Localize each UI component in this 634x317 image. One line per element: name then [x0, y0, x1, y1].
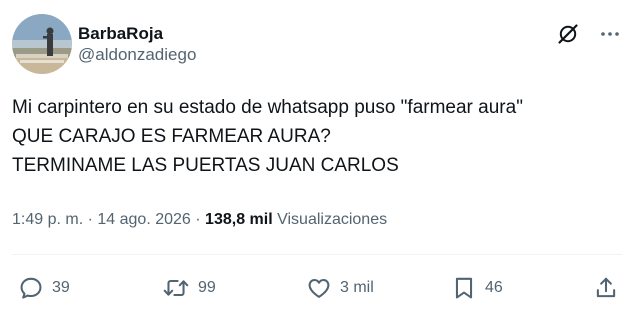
reply-button[interactable]: 39: [18, 274, 70, 302]
tweet-line: Mi carpintero en su estado de whatsapp p…: [12, 97, 523, 118]
like-count: 3 mil: [340, 279, 374, 296]
bookmark-icon: [455, 277, 473, 299]
bookmark-button[interactable]: 46: [451, 274, 503, 302]
author-names: BarbaRoja @aldonzadiego: [78, 24, 196, 66]
tweet-date: 14 ago. 2026: [97, 211, 191, 228]
meta-separator: ·: [195, 211, 201, 228]
tweet-line: TERMINAME LAS PUERTAS JUAN CARLOS: [12, 155, 399, 176]
author-display-name[interactable]: BarbaRoja: [78, 24, 196, 44]
share-button[interactable]: [593, 274, 619, 302]
author-handle[interactable]: @aldonzadiego: [78, 44, 196, 66]
repost-button[interactable]: 99: [162, 274, 216, 302]
meta-separator: ·: [87, 211, 93, 228]
bookmark-count: 46: [485, 279, 503, 296]
reply-icon: [20, 277, 42, 299]
views-count: 138,8 mil: [205, 211, 273, 228]
tweet-line: QUE CARAJO ES FARMEAR AURA?: [12, 126, 331, 147]
repost-count: 99: [198, 279, 216, 296]
share-icon: [596, 277, 616, 298]
grok-icon[interactable]: [556, 22, 580, 46]
views-label: Visualizaciones: [277, 211, 388, 228]
tweet-timestamp[interactable]: 1:49 p. m. · 14 ago. 2026: [12, 211, 191, 228]
repost-icon: [163, 279, 189, 297]
tweet-meta: 1:49 p. m. · 14 ago. 2026 · 138,8 mil Vi…: [12, 208, 387, 232]
tweet-text: Mi carpintero en su estado de whatsapp p…: [12, 93, 622, 180]
more-options-icon[interactable]: [598, 22, 622, 46]
tweet-header: BarbaRoja @aldonzadiego: [12, 14, 622, 74]
heart-icon: [308, 278, 330, 298]
avatar[interactable]: [12, 14, 72, 74]
like-button[interactable]: 3 mil: [306, 274, 374, 302]
divider: [12, 254, 622, 255]
tweet-time: 1:49 p. m.: [12, 211, 84, 228]
reply-count: 39: [52, 279, 70, 296]
